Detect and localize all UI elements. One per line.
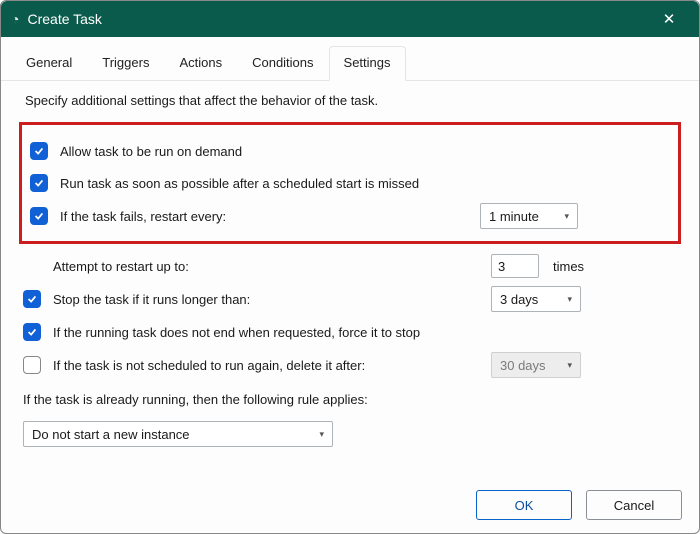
input-attempt-count-value: 3 xyxy=(498,259,505,274)
label-rule: If the task is already running, then the… xyxy=(23,392,681,407)
close-icon[interactable]: ✕ xyxy=(649,10,689,28)
checkbox-force-stop[interactable] xyxy=(23,323,41,341)
check-icon xyxy=(33,177,45,189)
chevron-down-icon: ▾ xyxy=(564,211,569,222)
ok-button[interactable]: OK xyxy=(476,490,572,520)
tab-strip: General Triggers Actions Conditions Sett… xyxy=(1,37,699,81)
window-title: Create Task xyxy=(27,11,101,27)
tab-settings[interactable]: Settings xyxy=(329,46,406,81)
select-delete-duration-value: 30 days xyxy=(500,358,559,373)
checkbox-run-asap[interactable] xyxy=(30,174,48,192)
checkbox-delete-after[interactable] xyxy=(23,356,41,374)
check-icon xyxy=(26,293,38,305)
label-stop-if-longer: Stop the task if it runs longer than: xyxy=(53,292,250,307)
check-icon xyxy=(26,326,38,338)
highlighted-region: Allow task to be run on demand Run task … xyxy=(19,122,681,244)
label-force-stop: If the running task does not end when re… xyxy=(53,325,420,340)
checkbox-stop-if-longer[interactable] xyxy=(23,290,41,308)
tab-conditions[interactable]: Conditions xyxy=(237,46,328,81)
checkbox-allow-on-demand[interactable] xyxy=(30,142,48,160)
tab-content: Specify additional settings that affect … xyxy=(1,81,699,457)
select-rule-value: Do not start a new instance xyxy=(32,427,311,442)
label-attempt-count: Attempt to restart up to: xyxy=(53,259,189,274)
check-icon xyxy=(33,210,45,222)
select-rule[interactable]: Do not start a new instance ▾ xyxy=(23,421,333,447)
chevron-down-icon: ▾ xyxy=(567,360,572,371)
label-attempt-suffix: times xyxy=(553,259,584,274)
check-icon xyxy=(33,145,45,157)
label-allow-on-demand: Allow task to be run on demand xyxy=(60,144,242,159)
chevron-down-icon: ▾ xyxy=(319,429,324,440)
tab-general[interactable]: General xyxy=(11,46,87,81)
cancel-button[interactable]: Cancel xyxy=(586,490,682,520)
select-restart-interval[interactable]: 1 minute ▾ xyxy=(480,203,578,229)
tab-triggers[interactable]: Triggers xyxy=(87,46,164,81)
tab-actions[interactable]: Actions xyxy=(164,46,237,81)
app-icon: ◔ xyxy=(11,11,19,27)
input-attempt-count[interactable]: 3 xyxy=(491,254,539,278)
intro-text: Specify additional settings that affect … xyxy=(25,93,681,108)
select-stop-duration[interactable]: 3 days ▾ xyxy=(491,286,581,312)
dialog-footer: OK Cancel xyxy=(476,490,682,520)
select-delete-duration: 30 days ▾ xyxy=(491,352,581,378)
chevron-down-icon: ▾ xyxy=(567,294,572,305)
title-bar: ◔ Create Task ✕ xyxy=(1,1,699,37)
select-restart-interval-value: 1 minute xyxy=(489,209,556,224)
select-stop-duration-value: 3 days xyxy=(500,292,559,307)
label-restart-every: If the task fails, restart every: xyxy=(60,209,226,224)
label-delete-after: If the task is not scheduled to run agai… xyxy=(53,358,365,373)
label-run-asap: Run task as soon as possible after a sch… xyxy=(60,176,419,191)
checkbox-restart-every[interactable] xyxy=(30,207,48,225)
